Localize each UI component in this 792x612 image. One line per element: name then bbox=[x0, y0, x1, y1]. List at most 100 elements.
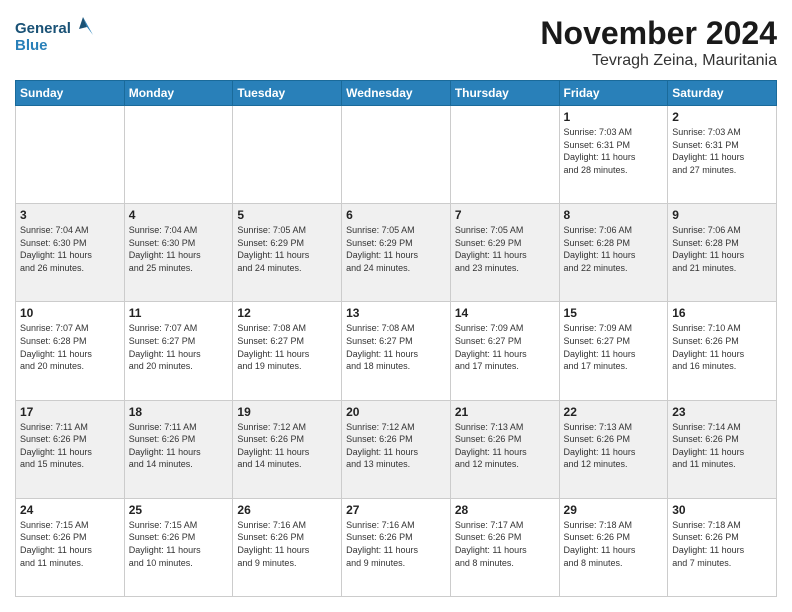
calendar-cell: 5 Sunrise: 7:05 AM Sunset: 6:29 PM Daylig… bbox=[233, 204, 342, 302]
day-number: 30 bbox=[672, 503, 772, 517]
weekday-friday: Friday bbox=[559, 81, 668, 106]
day-info: Sunrise: 7:18 AM Sunset: 6:26 PM Dayligh… bbox=[564, 519, 664, 569]
calendar-cell: 21 Sunrise: 7:13 AM Sunset: 6:26 PM Dayli… bbox=[450, 400, 559, 498]
day-info: Sunrise: 7:12 AM Sunset: 6:26 PM Dayligh… bbox=[237, 421, 337, 471]
weekday-saturday: Saturday bbox=[668, 81, 777, 106]
header: General Blue November 2024 Tevragh Zeina… bbox=[15, 15, 777, 70]
calendar-cell: 11Sunrise: 7:07 AM Sunset: 6:27 PM Dayli… bbox=[124, 302, 233, 400]
day-number: 23 bbox=[672, 405, 772, 419]
week-row-2: 10 Sunrise: 7:07 AM Sunset: 6:28 PM Dayli… bbox=[16, 302, 777, 400]
calendar-cell: 24 Sunrise: 7:15 AM Sunset: 6:26 PM Dayli… bbox=[16, 498, 125, 596]
day-info: Sunrise: 7:05 AM Sunset: 6:29 PM Dayligh… bbox=[346, 224, 446, 274]
day-number: 4 bbox=[129, 208, 229, 222]
day-number: 10 bbox=[20, 306, 120, 320]
calendar-cell: 29Sunrise: 7:18 AM Sunset: 6:26 PM Dayli… bbox=[559, 498, 668, 596]
day-number: 12 bbox=[237, 306, 337, 320]
calendar-cell bbox=[233, 106, 342, 204]
calendar-cell bbox=[342, 106, 451, 204]
calendar-cell: 17 Sunrise: 7:11 AM Sunset: 6:26 PM Dayli… bbox=[16, 400, 125, 498]
day-number: 26 bbox=[237, 503, 337, 517]
day-info: Sunrise: 7:09 AM Sunset: 6:27 PM Dayligh… bbox=[455, 322, 555, 372]
calendar-cell: 25Sunrise: 7:15 AM Sunset: 6:26 PM Dayli… bbox=[124, 498, 233, 596]
day-info: Sunrise: 7:11 AM Sunset: 6:26 PM Dayligh… bbox=[129, 421, 229, 471]
calendar-cell: 1Sunrise: 7:03 AM Sunset: 6:31 PM Daylig… bbox=[559, 106, 668, 204]
day-info: Sunrise: 7:05 AM Sunset: 6:29 PM Dayligh… bbox=[455, 224, 555, 274]
calendar-cell: 28 Sunrise: 7:17 AM Sunset: 6:26 PM Dayli… bbox=[450, 498, 559, 596]
day-number: 16 bbox=[672, 306, 772, 320]
month-title: November 2024 bbox=[540, 15, 777, 52]
weekday-thursday: Thursday bbox=[450, 81, 559, 106]
calendar-cell: 18 Sunrise: 7:11 AM Sunset: 6:26 PM Dayli… bbox=[124, 400, 233, 498]
day-number: 21 bbox=[455, 405, 555, 419]
day-info: Sunrise: 7:08 AM Sunset: 6:27 PM Dayligh… bbox=[346, 322, 446, 372]
calendar-cell: 7 Sunrise: 7:05 AM Sunset: 6:29 PM Daylig… bbox=[450, 204, 559, 302]
day-number: 22 bbox=[564, 405, 664, 419]
calendar-cell: 27 Sunrise: 7:16 AM Sunset: 6:26 PM Dayli… bbox=[342, 498, 451, 596]
day-info: Sunrise: 7:04 AM Sunset: 6:30 PM Dayligh… bbox=[129, 224, 229, 274]
day-info: Sunrise: 7:08 AM Sunset: 6:27 PM Dayligh… bbox=[237, 322, 337, 372]
day-info: Sunrise: 7:12 AM Sunset: 6:26 PM Dayligh… bbox=[346, 421, 446, 471]
week-row-1: 3 Sunrise: 7:04 AM Sunset: 6:30 PM Daylig… bbox=[16, 204, 777, 302]
calendar-cell: 6Sunrise: 7:05 AM Sunset: 6:29 PM Daylig… bbox=[342, 204, 451, 302]
day-number: 20 bbox=[346, 405, 446, 419]
day-info: Sunrise: 7:18 AM Sunset: 6:26 PM Dayligh… bbox=[672, 519, 772, 569]
day-number: 17 bbox=[20, 405, 120, 419]
day-info: Sunrise: 7:13 AM Sunset: 6:26 PM Dayligh… bbox=[564, 421, 664, 471]
calendar-cell: 26 Sunrise: 7:16 AM Sunset: 6:26 PM Dayli… bbox=[233, 498, 342, 596]
day-number: 9 bbox=[672, 208, 772, 222]
day-number: 27 bbox=[346, 503, 446, 517]
calendar-table: SundayMondayTuesdayWednesdayThursdayFrid… bbox=[15, 80, 777, 597]
day-info: Sunrise: 7:14 AM Sunset: 6:26 PM Dayligh… bbox=[672, 421, 772, 471]
calendar-cell: 13Sunrise: 7:08 AM Sunset: 6:27 PM Dayli… bbox=[342, 302, 451, 400]
day-info: Sunrise: 7:06 AM Sunset: 6:28 PM Dayligh… bbox=[672, 224, 772, 274]
day-number: 7 bbox=[455, 208, 555, 222]
day-info: Sunrise: 7:07 AM Sunset: 6:28 PM Dayligh… bbox=[20, 322, 120, 372]
day-number: 3 bbox=[20, 208, 120, 222]
title-block: November 2024 Tevragh Zeina, Mauritania bbox=[540, 15, 777, 70]
svg-text:Blue: Blue bbox=[15, 37, 48, 54]
day-info: Sunrise: 7:04 AM Sunset: 6:30 PM Dayligh… bbox=[20, 224, 120, 274]
week-row-3: 17 Sunrise: 7:11 AM Sunset: 6:26 PM Dayli… bbox=[16, 400, 777, 498]
calendar-cell: 22 Sunrise: 7:13 AM Sunset: 6:26 PM Dayli… bbox=[559, 400, 668, 498]
day-number: 18 bbox=[129, 405, 229, 419]
day-number: 5 bbox=[237, 208, 337, 222]
calendar-cell: 16 Sunrise: 7:10 AM Sunset: 6:26 PM Dayli… bbox=[668, 302, 777, 400]
day-number: 11 bbox=[129, 306, 229, 320]
day-number: 24 bbox=[20, 503, 120, 517]
logo-svg: General Blue bbox=[15, 15, 95, 55]
week-row-0: 1Sunrise: 7:03 AM Sunset: 6:31 PM Daylig… bbox=[16, 106, 777, 204]
day-info: Sunrise: 7:17 AM Sunset: 6:26 PM Dayligh… bbox=[455, 519, 555, 569]
day-info: Sunrise: 7:09 AM Sunset: 6:27 PM Dayligh… bbox=[564, 322, 664, 372]
day-number: 28 bbox=[455, 503, 555, 517]
calendar-cell: 3 Sunrise: 7:04 AM Sunset: 6:30 PM Daylig… bbox=[16, 204, 125, 302]
calendar-cell: 8Sunrise: 7:06 AM Sunset: 6:28 PM Daylig… bbox=[559, 204, 668, 302]
day-info: Sunrise: 7:05 AM Sunset: 6:29 PM Dayligh… bbox=[237, 224, 337, 274]
day-info: Sunrise: 7:10 AM Sunset: 6:26 PM Dayligh… bbox=[672, 322, 772, 372]
day-info: Sunrise: 7:15 AM Sunset: 6:26 PM Dayligh… bbox=[20, 519, 120, 569]
calendar-cell: 19 Sunrise: 7:12 AM Sunset: 6:26 PM Dayli… bbox=[233, 400, 342, 498]
svg-text:General: General bbox=[15, 20, 71, 37]
day-number: 14 bbox=[455, 306, 555, 320]
day-number: 19 bbox=[237, 405, 337, 419]
calendar-cell: 2Sunrise: 7:03 AM Sunset: 6:31 PM Daylig… bbox=[668, 106, 777, 204]
day-number: 2 bbox=[672, 110, 772, 124]
weekday-sunday: Sunday bbox=[16, 81, 125, 106]
page: General Blue November 2024 Tevragh Zeina… bbox=[0, 0, 792, 612]
day-number: 25 bbox=[129, 503, 229, 517]
day-number: 8 bbox=[564, 208, 664, 222]
day-info: Sunrise: 7:16 AM Sunset: 6:26 PM Dayligh… bbox=[237, 519, 337, 569]
calendar-cell: 4 Sunrise: 7:04 AM Sunset: 6:30 PM Daylig… bbox=[124, 204, 233, 302]
weekday-wednesday: Wednesday bbox=[342, 81, 451, 106]
day-info: Sunrise: 7:16 AM Sunset: 6:26 PM Dayligh… bbox=[346, 519, 446, 569]
day-info: Sunrise: 7:11 AM Sunset: 6:26 PM Dayligh… bbox=[20, 421, 120, 471]
week-row-4: 24 Sunrise: 7:15 AM Sunset: 6:26 PM Dayli… bbox=[16, 498, 777, 596]
day-number: 15 bbox=[564, 306, 664, 320]
calendar-cell: 20 Sunrise: 7:12 AM Sunset: 6:26 PM Dayli… bbox=[342, 400, 451, 498]
weekday-tuesday: Tuesday bbox=[233, 81, 342, 106]
calendar-cell: 23 Sunrise: 7:14 AM Sunset: 6:26 PM Dayli… bbox=[668, 400, 777, 498]
logo: General Blue bbox=[15, 15, 95, 55]
calendar-cell: 14 Sunrise: 7:09 AM Sunset: 6:27 PM Dayli… bbox=[450, 302, 559, 400]
day-info: Sunrise: 7:13 AM Sunset: 6:26 PM Dayligh… bbox=[455, 421, 555, 471]
location: Tevragh Zeina, Mauritania bbox=[540, 52, 777, 70]
calendar-cell: 30 Sunrise: 7:18 AM Sunset: 6:26 PM Dayli… bbox=[668, 498, 777, 596]
